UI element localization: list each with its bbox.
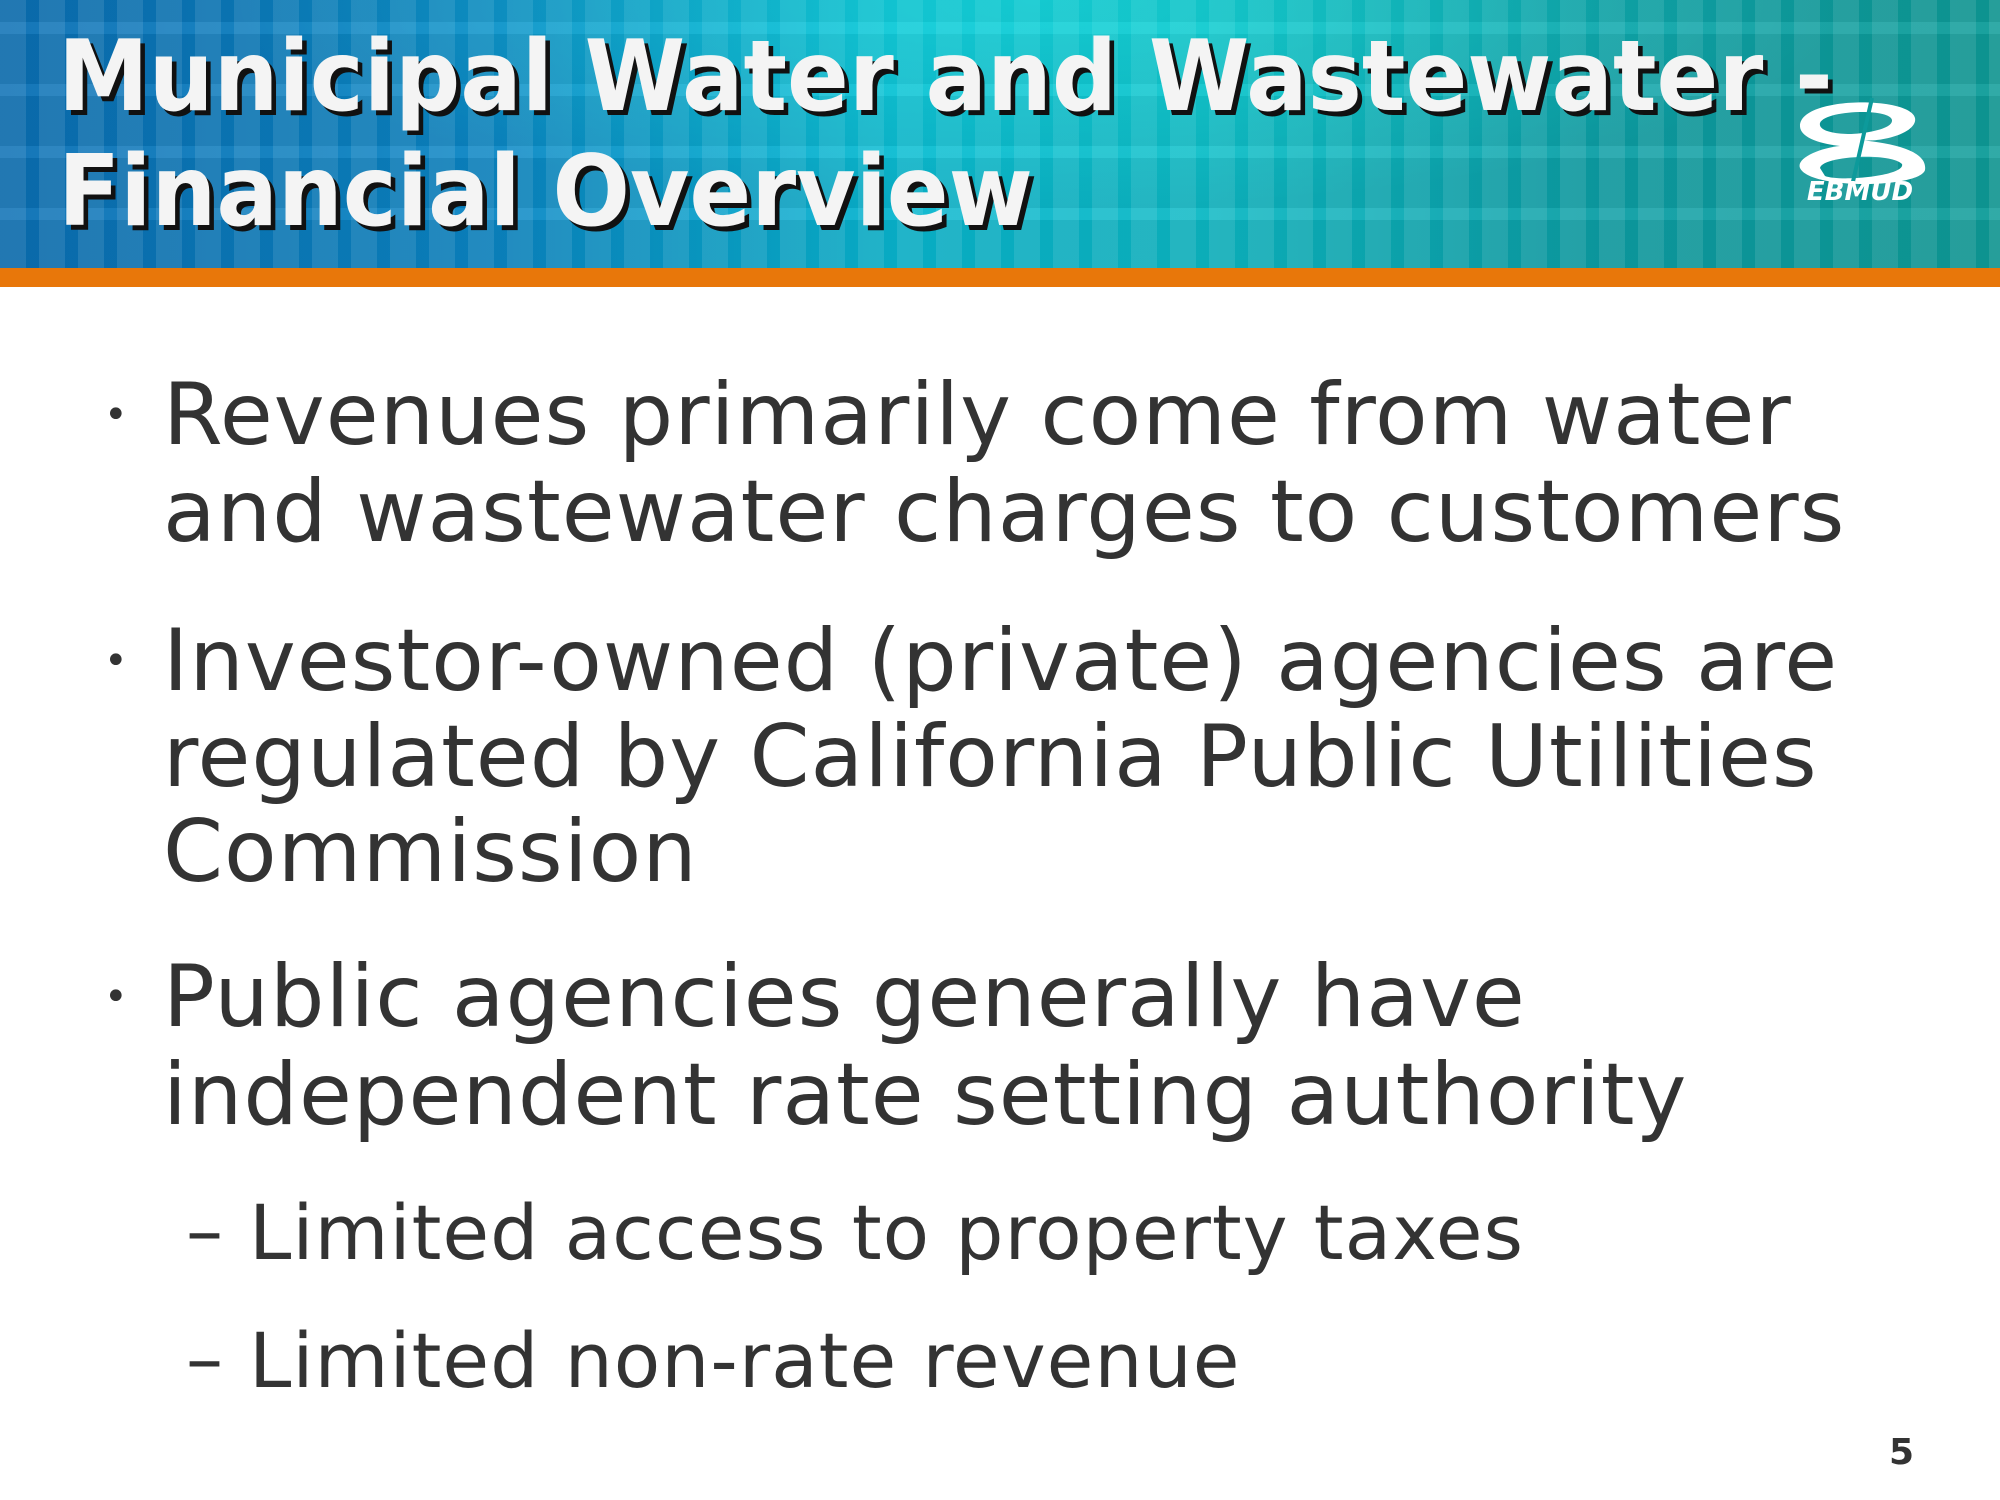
bullet-2-line-3: Commission xyxy=(163,802,698,902)
accent-bar xyxy=(0,268,2000,287)
bullet-1-line-2: and wastewater charges to customers xyxy=(163,462,1846,562)
bullet-2-line-1: Investor-owned (private) agencies are xyxy=(163,611,1839,711)
logo-text: EBMUD xyxy=(1807,177,1913,203)
bullet-3-line-1: Public agencies generally have xyxy=(163,947,1526,1047)
bullet-icon: • xyxy=(104,974,128,1020)
bullet-icon: • xyxy=(104,638,128,684)
bullet-2-line-2: regulated by California Public Utilities xyxy=(163,707,1818,807)
sub-item-1: Limited access to property taxes xyxy=(249,1188,1525,1277)
sub-item-2: Limited non-rate revenue xyxy=(249,1316,1241,1405)
ebmud-logo: EBMUD xyxy=(1799,97,1926,203)
page-number: 5 xyxy=(1889,1432,1915,1473)
slide-title-line-2: Financial Overview xyxy=(58,135,1033,249)
bullet-3-line-2: independent rate setting authority xyxy=(163,1045,1688,1145)
title-banner: Municipal Water and Wastewater - Financi… xyxy=(0,0,2000,270)
bullet-icon: • xyxy=(104,392,128,438)
slide-title-line-1: Municipal Water and Wastewater - xyxy=(58,20,1833,134)
bullet-1-line-1: Revenues primarily come from water xyxy=(163,365,1792,465)
sub-bullet-icon: – xyxy=(186,1188,223,1274)
sub-bullet-icon: – xyxy=(186,1316,223,1402)
